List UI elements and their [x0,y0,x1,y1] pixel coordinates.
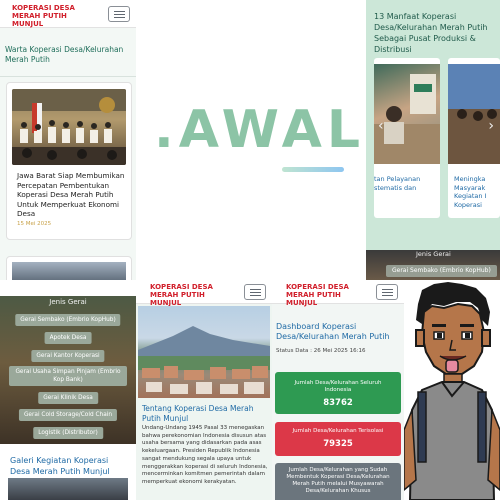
stat-label: Jumlah Desa/Kelurahan Seluruh Indonesia [294,380,382,393]
menu-toggle-button[interactable] [108,6,130,22]
stat-card-sudah-membentuk[interactable]: Jumlah Desa/Kelurahan yang Sudah Membent… [275,463,401,500]
gerai-pill[interactable]: Gerai Usaha Simpan Pinjam (Embrio Kop Ba… [9,366,127,386]
village-photo [138,306,270,398]
news-photo [12,89,126,165]
gerai-pill[interactable]: Gerai Cold Storage/Cold Chain [18,409,118,421]
jenis-gerai-label: Jenis Gerai [49,298,87,306]
news-card-next[interactable] [6,256,132,280]
dashboard-panel: KOPERASI DESA MERAH PUTIH MUNJUL Dashboa… [272,280,404,500]
news-card-date: 15 Mei 2025 [17,221,52,227]
app-bar: KOPERASI DESA MERAH PUTIH MUNJUL [0,0,136,28]
news-panel: KOPERASI DESA MERAH PUTIH MUNJUL Warta K… [0,0,136,280]
benefit-slide-caption[interactable]: tan Pelayanan stematis dan [374,175,440,192]
collage: KOPERASI DESA MERAH PUTIH MUNJUL Warta K… [0,0,500,500]
gallery-heading: Galeri Kegiatan Koperasi Desa Merah Puti… [10,456,110,476]
benefit-slide-caption[interactable]: Meningka Masyarak Kegiatan I Koperasi [454,175,500,209]
about-body: Undang-Undang 1945 Pasal 33 menegaskan b… [142,425,268,485]
stat-card-terisolasi[interactable]: Jumlah Desa/Kelurahan Terisolasi 79325 [275,422,401,456]
divider [0,76,136,77]
benefit-slide-photo [374,64,440,164]
benefits-heading: 13 Manfaat Koperasi Desa/Kelurahan Merah… [374,12,488,54]
gallery-photo[interactable] [8,478,128,500]
pixel-avatar [404,282,500,500]
app-bar: KOPERASI DESA MERAH PUTIH MUNJUL [136,280,272,307]
gerai-pill[interactable]: Gerai Sembako (Embrio KopHub) [386,265,497,277]
gerai-pill[interactable]: Apotek Desa [44,332,92,344]
brand-logo-text[interactable]: KOPERASI DESA MERAH PUTIH MUNJUL [12,4,102,28]
carousel-prev-icon[interactable]: ‹ [378,118,384,134]
logo-panel: .AWAL [136,0,366,280]
jenis-gerai-label: Jenis Gerai [416,250,451,258]
menu-toggle-button[interactable] [244,284,266,300]
logo-underline [282,167,344,172]
stat-card-total-desa[interactable]: Jumlah Desa/Kelurahan Seluruh Indonesia … [275,372,401,414]
gerai-pill[interactable]: Gerai Sembako (Embrio KopHub) [15,314,121,326]
jenis-gerai-strip: Jenis Gerai Gerai Sembako (Embrio KopHub… [366,250,500,280]
about-heading: Tentang Koperasi Desa Merah Putih Munjul [142,404,254,423]
section-heading: Warta Koperasi Desa/Kelurahan Merah Puti… [5,45,124,64]
avatar-panel [404,280,500,500]
awal-logo: .AWAL [154,100,366,160]
dashboard-heading: Dashboard Koperasi Desa/Kelurahan Merah … [276,322,390,341]
brand-logo-text[interactable]: KOPERASI DESA MERAH PUTIH MUNJUL [286,283,376,307]
benefit-slide[interactable]: ‹ tan Pelayanan stematis dan [374,58,440,218]
stat-label: Jumlah Desa/Kelurahan Terisolasi [292,428,384,434]
about-panel: KOPERASI DESA MERAH PUTIH MUNJUL Tentang [136,280,272,500]
news-photo-next [12,262,126,280]
gerai-pill[interactable]: Logistik (Distributor) [33,427,103,439]
status-data-text: Status Data : 26 Mei 2025 16:16 [276,348,366,354]
stat-label: Jumlah Desa/Kelurahan yang Sudah Membent… [286,467,390,494]
carousel-next-icon[interactable]: › [488,118,494,134]
app-bar: KOPERASI DESA MERAH PUTIH MUNJUL [272,280,404,307]
stat-value: 79325 [323,439,353,449]
gerai-pill[interactable]: Gerai Klinik Desa [38,392,98,404]
menu-toggle-button[interactable] [376,284,398,300]
stat-value: 83762 [323,398,353,408]
gerai-pill[interactable]: Gerai Kantor Koperasi [31,350,105,362]
news-card-title[interactable]: Jawa Barat Siap Membumikan Percepatan Pe… [17,171,125,219]
benefit-slide[interactable]: › Meningka Masyarak Kegiatan I Koperasi [448,58,500,218]
benefits-panel: 13 Manfaat Koperasi Desa/Kelurahan Merah… [366,0,500,250]
categories-hero: Jenis Gerai Gerai Sembako (Embrio KopHub… [0,296,136,444]
brand-logo-text[interactable]: KOPERASI DESA MERAH PUTIH MUNJUL [150,283,240,307]
categories-panel: Jenis Gerai Gerai Sembako (Embrio KopHub… [0,296,136,500]
news-card[interactable]: Jawa Barat Siap Membumikan Percepatan Pe… [6,82,132,240]
benefit-slide-photo [448,64,500,164]
